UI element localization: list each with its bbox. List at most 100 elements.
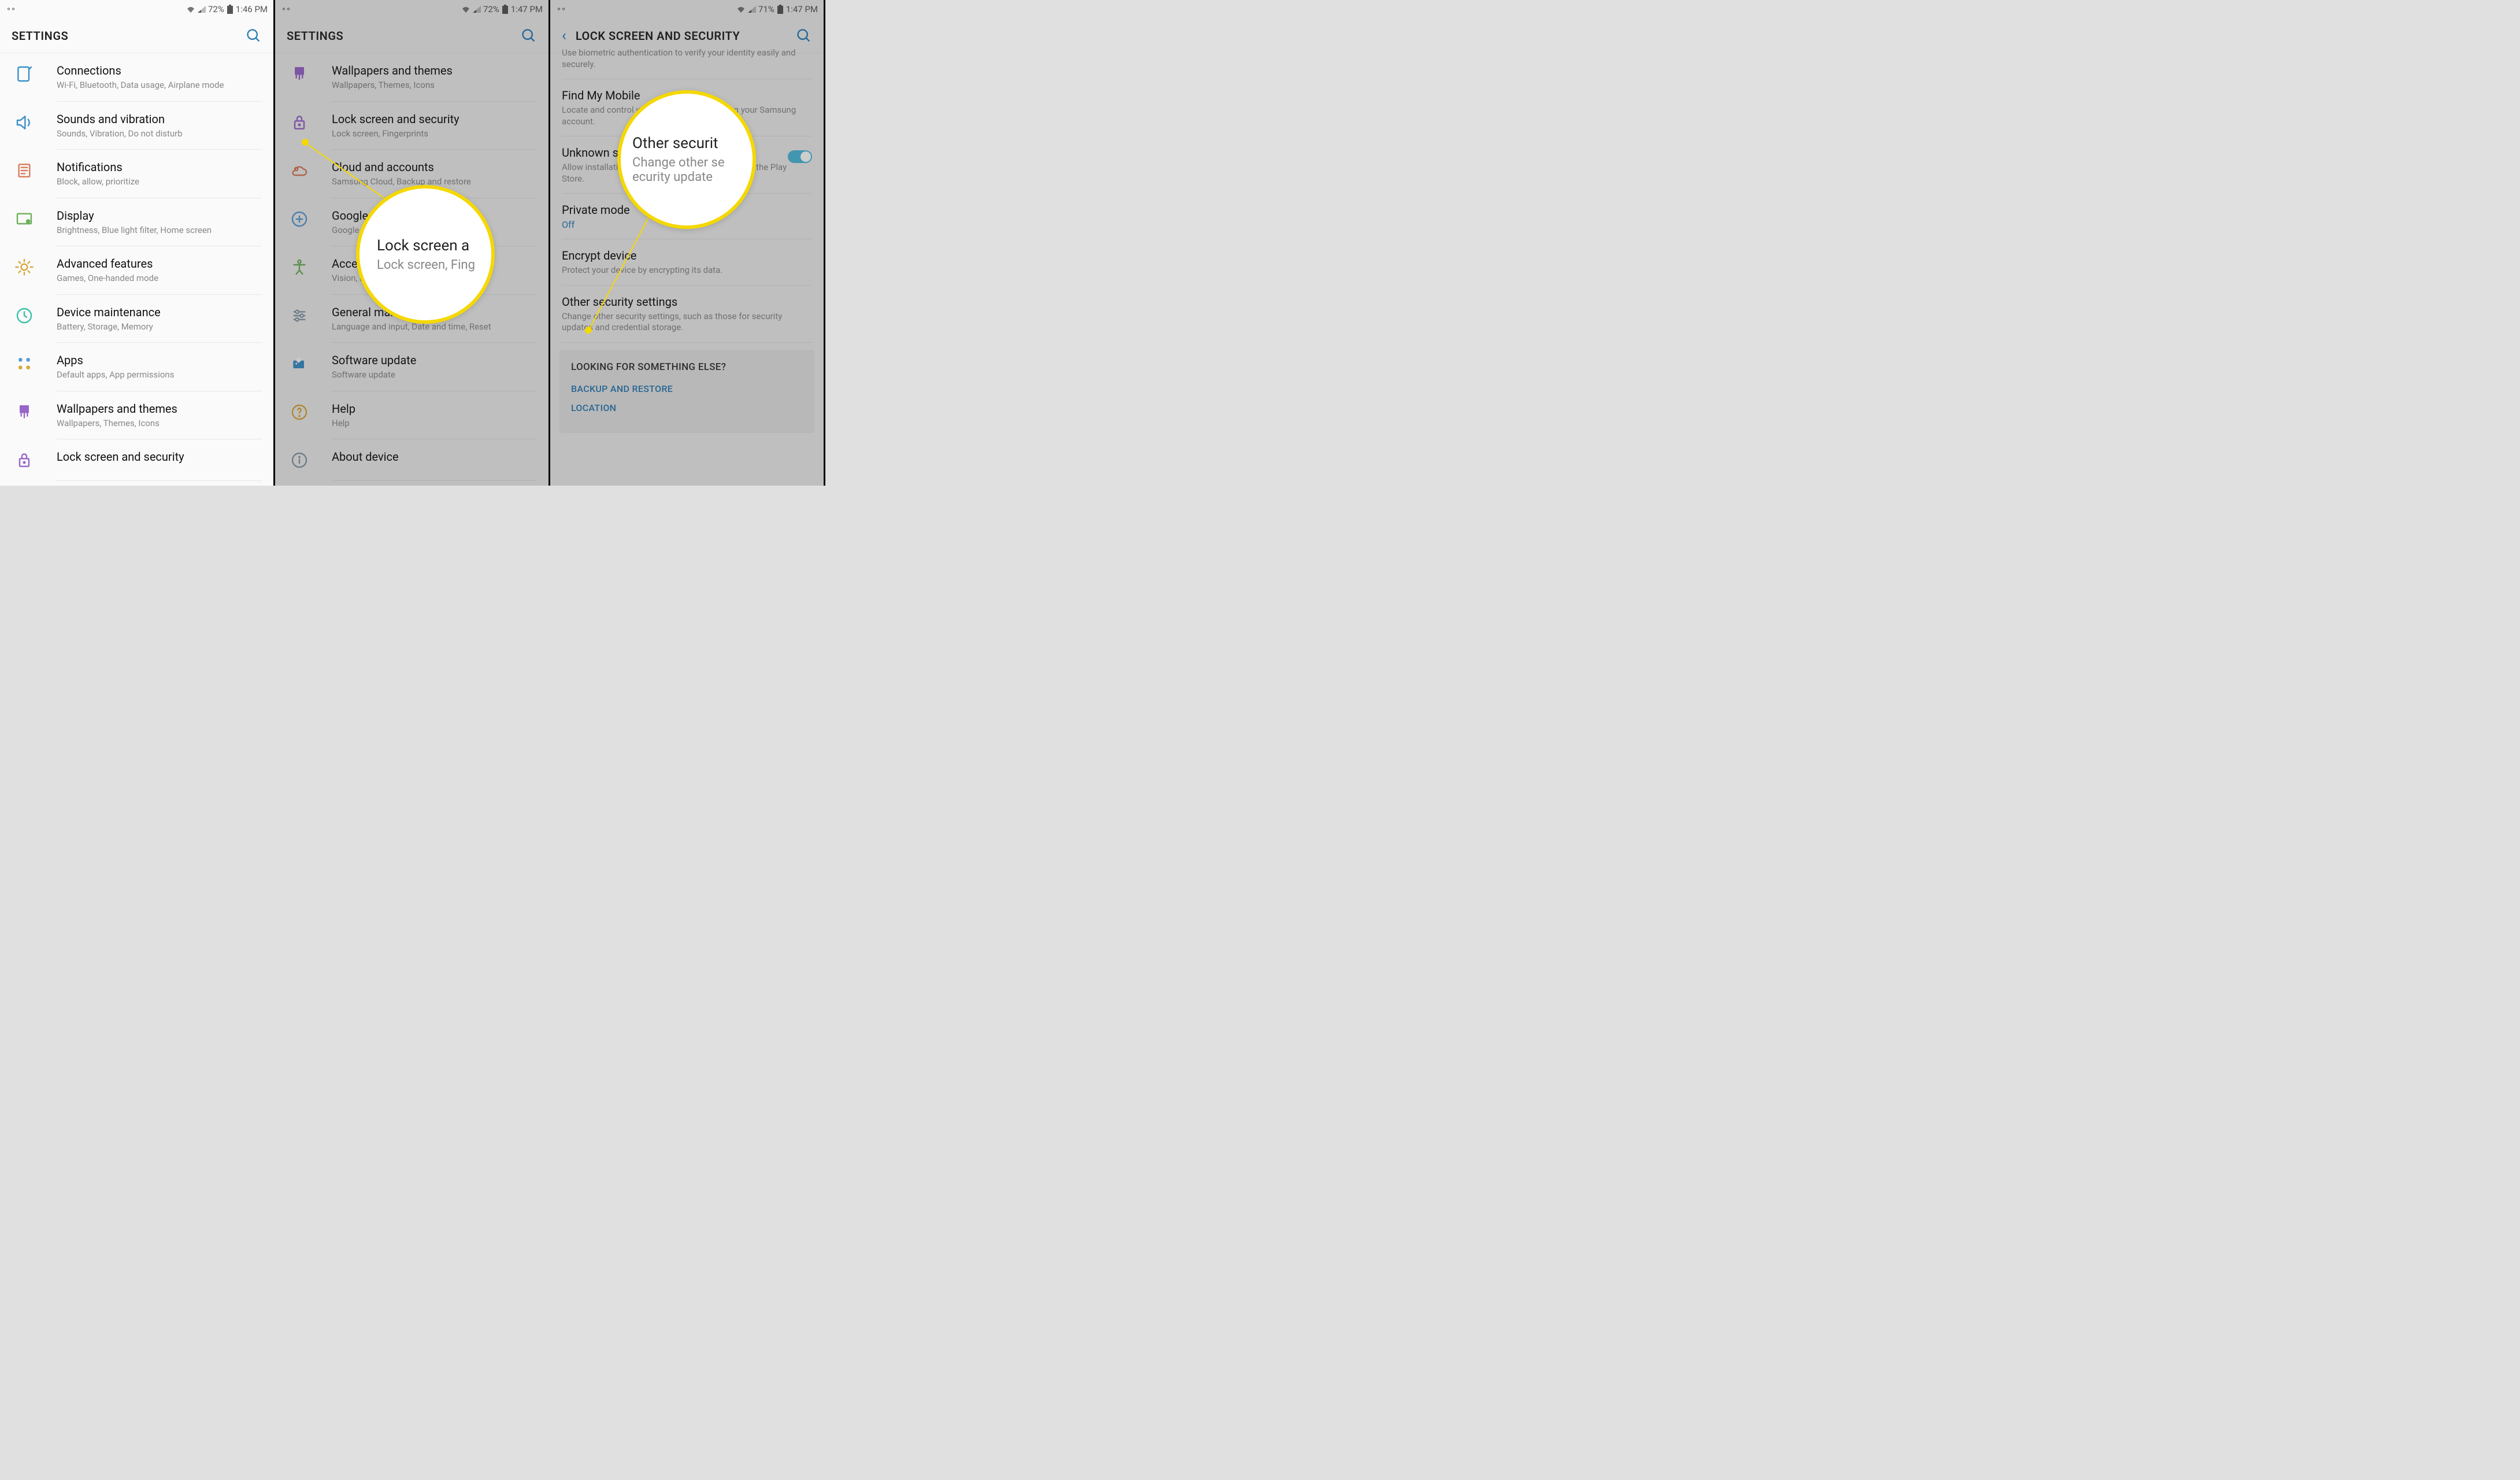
battery-percent: 72% <box>483 4 499 14</box>
signal-icon <box>473 6 481 13</box>
battery-percent: 72% <box>208 4 224 14</box>
callout-title: Other securit <box>632 135 753 152</box>
list-item[interactable]: Encrypt device Protect your device by enc… <box>550 239 824 286</box>
search-icon[interactable] <box>246 28 262 44</box>
advanced-icon <box>12 257 37 278</box>
search-icon[interactable] <box>521 28 537 44</box>
item-title: About device <box>332 450 537 464</box>
battery-icon <box>777 5 784 14</box>
list-item[interactable]: HelpHelp <box>275 391 549 440</box>
item-title: Sounds and vibration <box>57 112 262 126</box>
list-item[interactable]: Apps Default apps, App permissions <box>0 343 273 391</box>
callout-anchor-dot <box>585 327 592 334</box>
about-icon <box>287 450 312 471</box>
item-title: Cloud and accounts <box>332 160 537 174</box>
list-item[interactable]: Wallpapers and themes Wallpapers, Themes,… <box>275 53 549 102</box>
callout-anchor-dot <box>302 139 309 146</box>
clock: 1:46 PM <box>236 4 268 14</box>
apps-icon <box>12 353 37 374</box>
item-sub: Protect your device by encrypting its da… <box>562 265 812 276</box>
wifi-icon <box>461 6 470 13</box>
signal-icon <box>748 6 756 13</box>
item-sub: Wallpapers, Themes, Icons <box>332 80 537 91</box>
settings-list: Connections Wi-Fi, Bluetooth, Data usage,… <box>0 53 273 481</box>
footer-link-backup[interactable]: BACKUP AND RESTORE <box>571 383 803 394</box>
list-item[interactable]: Lock screen and security <box>0 439 273 481</box>
wallpaper-icon <box>12 402 37 423</box>
list-item[interactable]: About device <box>275 439 549 481</box>
clock: 1:47 PM <box>511 4 543 14</box>
item-sub: Brightness, Blue light filter, Home scre… <box>57 225 262 236</box>
list-item[interactable]: Device maintenanceBattery, Storage, Memo… <box>0 295 273 343</box>
item-title: Encrypt device <box>562 249 812 262</box>
list-item[interactable]: Notifications Block, allow, prioritize <box>0 150 273 198</box>
connections-icon <box>12 64 37 84</box>
list-item[interactable]: Sounds and vibration Sounds, Vibration, D… <box>0 102 273 150</box>
item-sub: Default apps, App permissions <box>57 369 262 381</box>
panel-2: ⚬⚬ 72% 1:47 PM SETTINGS Wallpapers and t… <box>275 0 550 486</box>
item-title: Advanced features <box>57 257 262 271</box>
item-title: Apps <box>57 353 262 367</box>
callout-title: Lock screen a <box>377 237 491 254</box>
item-sub: Block, allow, prioritize <box>57 176 262 188</box>
list-item[interactable]: Software update Software update <box>275 343 549 391</box>
item-title: Lock screen and security <box>57 450 262 464</box>
status-bar: ⚬⚬ 72% 1:46 PM <box>0 0 273 18</box>
voicemail-icon: ⚬⚬ <box>6 5 15 13</box>
voicemail-icon: ⚬⚬ <box>556 5 565 13</box>
general-icon <box>287 305 312 326</box>
lock-icon <box>287 112 312 133</box>
footer-link-location[interactable]: LOCATION <box>571 402 803 413</box>
wallpaper-icon <box>287 64 312 84</box>
list-item[interactable]: Use biometric authentication to verify y… <box>550 47 824 79</box>
display-icon <box>12 209 37 230</box>
back-button[interactable]: ‹ <box>562 27 566 45</box>
status-bar: ⚬⚬ 71% 1:47 PM <box>550 0 824 18</box>
list-item[interactable]: Display Brightness, Blue light filter, Ho… <box>0 198 273 247</box>
item-sub: Software update <box>332 369 537 381</box>
clock: 1:47 PM <box>786 4 818 14</box>
callout-lock-screen: Lock screen a Lock screen, Fing <box>356 185 495 324</box>
item-sub: Games, One-handed mode <box>57 273 262 284</box>
lock-icon <box>12 450 37 471</box>
help-icon <box>287 402 312 423</box>
footer-card: LOOKING FOR SOMETHING ELSE? BACKUP AND R… <box>559 350 814 433</box>
list-item[interactable]: Advanced features Games, One-handed mode <box>0 246 273 295</box>
item-title: Connections <box>57 64 262 77</box>
item-title: Wallpapers and themes <box>332 64 537 77</box>
callout-other-security: Other securit Change other se ecurity up… <box>617 90 756 229</box>
callout-sub2: ecurity update <box>632 170 753 184</box>
item-sub: Change other security settings, such as … <box>562 311 812 334</box>
item-title: Software update <box>332 353 537 367</box>
maintenance-icon <box>12 305 37 326</box>
google-icon <box>287 209 312 230</box>
item-title: Other security settings <box>562 295 812 309</box>
footer-title: LOOKING FOR SOMETHING ELSE? <box>571 361 803 373</box>
list-item[interactable]: Lock screen and security Lock screen, Fin… <box>275 102 549 150</box>
battery-icon <box>502 5 509 14</box>
item-title: Lock screen and security <box>332 112 537 126</box>
item-sub: Wi-Fi, Bluetooth, Data usage, Airplane m… <box>57 80 262 91</box>
status-bar: ⚬⚬ 72% 1:47 PM <box>275 0 549 18</box>
item-title: Help <box>332 402 537 416</box>
wifi-icon <box>736 6 746 13</box>
item-sub: Lock screen, Fingerprints <box>332 128 537 140</box>
panel-1: ⚬⚬ 72% 1:46 PM SETTINGS Connections Wi-Fi… <box>0 0 275 486</box>
item-title: Notifications <box>57 160 262 174</box>
item-title: Display <box>57 209 262 223</box>
header: SETTINGS <box>275 18 549 53</box>
header: SETTINGS <box>0 18 273 53</box>
item-sub: Sounds, Vibration, Do not disturb <box>57 128 262 140</box>
toggle-switch[interactable] <box>788 150 812 163</box>
notifications-icon <box>12 160 37 181</box>
callout-sub1: Change other se <box>632 156 753 170</box>
list-item[interactable]: Wallpapers and themesWallpapers, Themes,… <box>0 391 273 440</box>
list-item[interactable]: Other security settings Change other secu… <box>550 286 824 343</box>
sound-icon <box>12 112 37 133</box>
list-item[interactable]: Connections Wi-Fi, Bluetooth, Data usage,… <box>0 53 273 102</box>
search-icon[interactable] <box>796 28 812 44</box>
cloud-icon <box>287 160 312 181</box>
page-title: SETTINGS <box>12 29 246 43</box>
page-title: SETTINGS <box>287 29 521 43</box>
item-sub: Wallpapers, Themes, Icons <box>57 418 262 430</box>
